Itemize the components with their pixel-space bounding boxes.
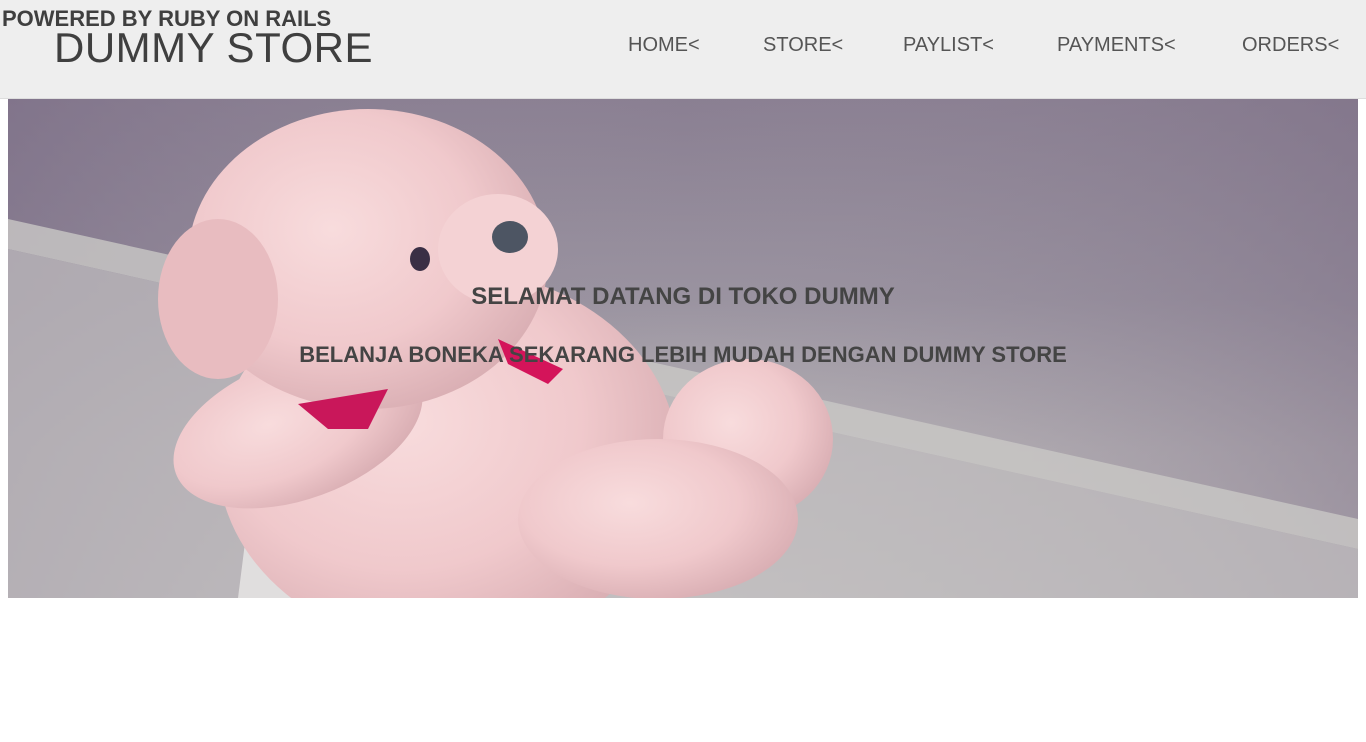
main-nav: HOME< STORE< PAYLIST< PAYMENTS< ORDERS<	[0, 34, 1366, 62]
nav-orders-link[interactable]: ORDERS<	[1242, 34, 1339, 57]
nav-paylist-link[interactable]: PAYLIST<	[903, 34, 994, 57]
nav-home-link[interactable]: HOME<	[628, 34, 700, 57]
hero-title: SELAMAT DATANG DI TOKO DUMMY	[471, 283, 895, 310]
site-header: POWERED BY RUBY ON RAILS DUMMY STORE HOM…	[0, 0, 1366, 99]
hero-subtitle: BELANJA BONEKA SEKARANG LEBIH MUDAH DENG…	[299, 342, 1067, 367]
nav-payments-link[interactable]: PAYMENTS<	[1057, 34, 1176, 57]
hero-banner: SELAMAT DATANG DI TOKO DUMMY BELANJA BON…	[8, 99, 1358, 598]
nav-store-link[interactable]: STORE<	[763, 34, 843, 57]
